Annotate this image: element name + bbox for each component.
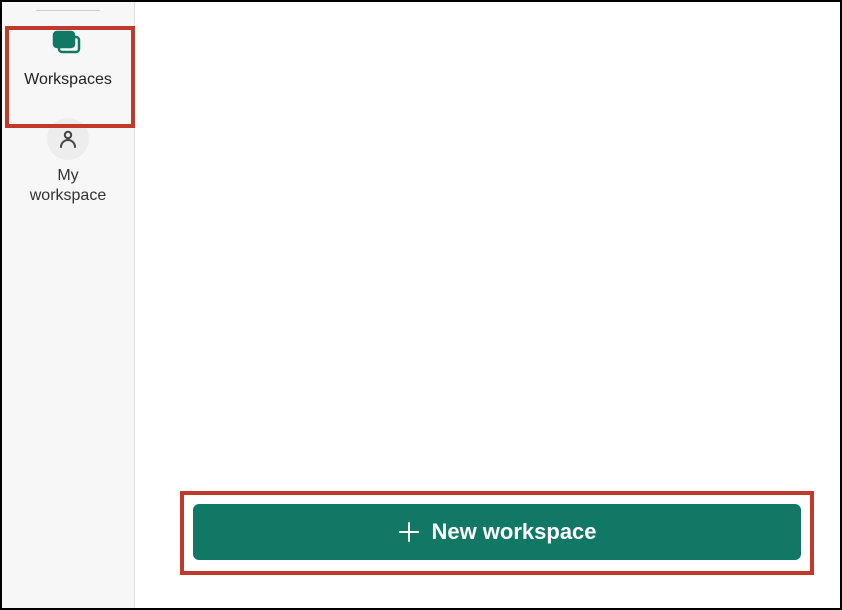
sidebar: Workspaces My workspace — [2, 2, 135, 608]
sidebar-divider — [36, 10, 100, 11]
sidebar-item-my-workspace[interactable]: My workspace — [30, 114, 106, 216]
person-icon — [47, 118, 89, 160]
sidebar-item-label: My workspace — [30, 166, 106, 206]
sidebar-item-workspaces[interactable]: Workspaces — [24, 25, 112, 100]
workspaces-icon — [51, 29, 85, 64]
new-workspace-button[interactable]: New workspace — [193, 504, 801, 560]
new-workspace-label: New workspace — [431, 519, 596, 545]
plus-icon — [397, 520, 421, 544]
sidebar-item-label: Workspaces — [24, 70, 112, 90]
